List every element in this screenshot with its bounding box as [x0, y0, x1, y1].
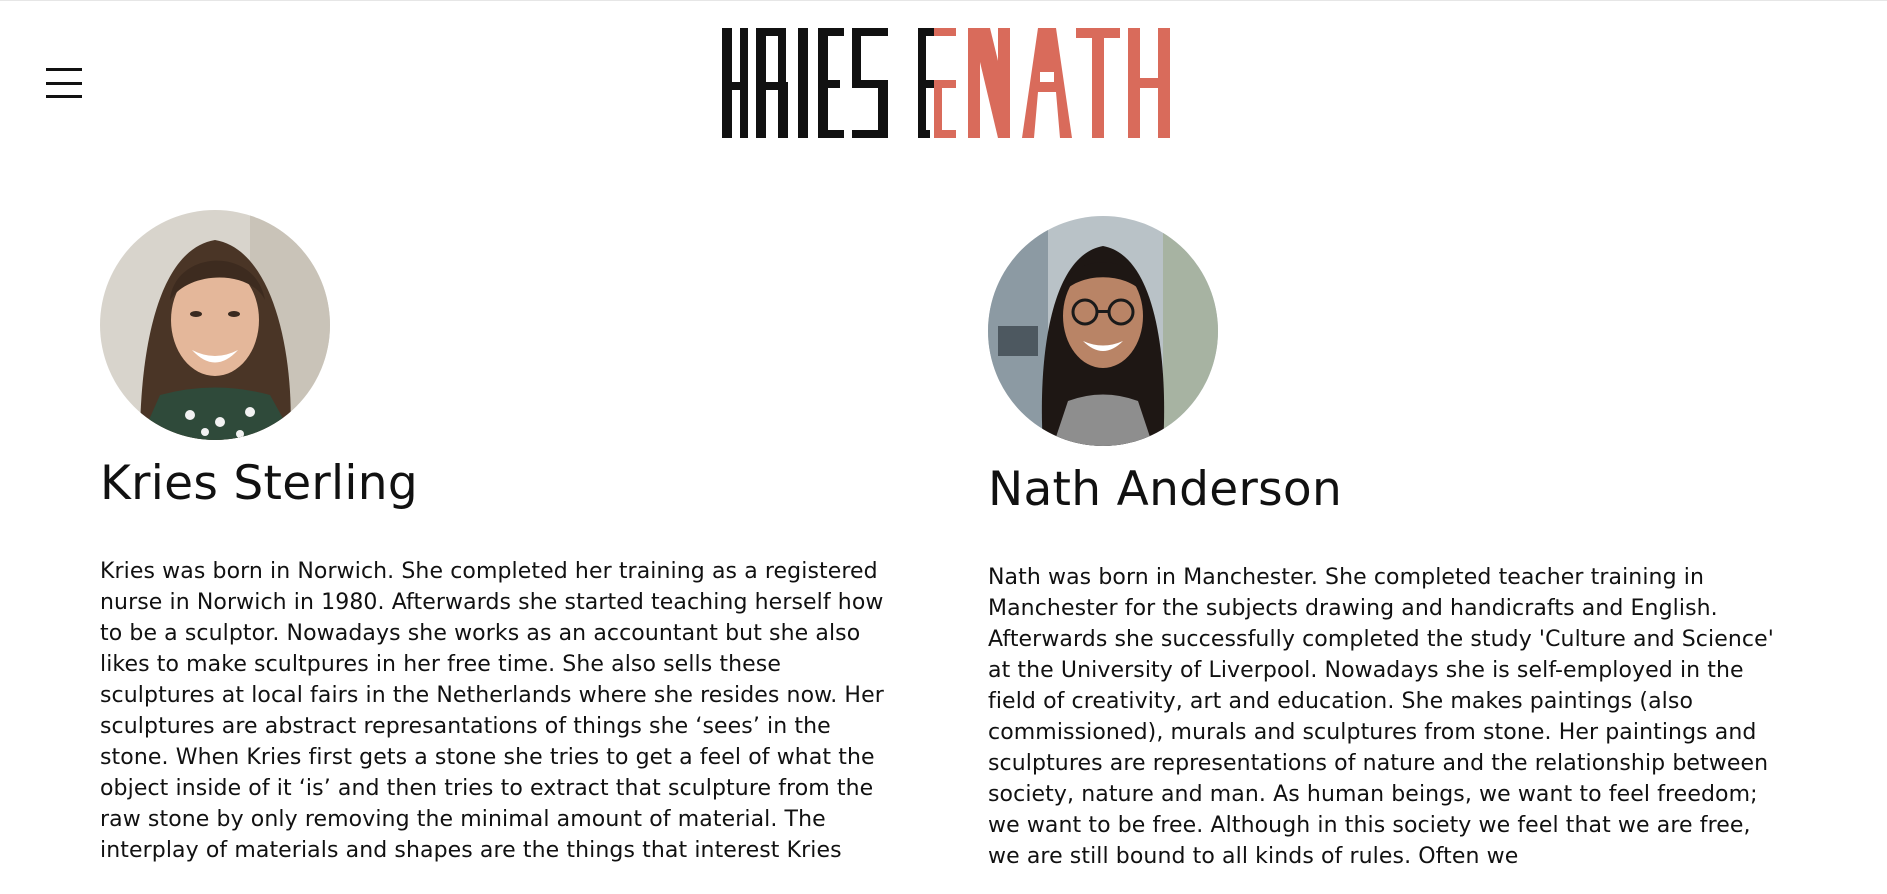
menu-bar-bottom: [46, 95, 82, 98]
profile-bio: Nath was born in Manchester. She complet…: [988, 565, 1774, 869]
logo-nath: [968, 28, 1170, 138]
profile-name: Kries Sterling: [100, 456, 418, 511]
profile-nath: Nath Anderson Nath was born in Mancheste…: [988, 210, 1788, 894]
logo-kries: [722, 28, 888, 138]
avatar: [100, 210, 330, 440]
avatar: [988, 216, 1218, 446]
menu-bar-top: [46, 68, 82, 71]
profile-name: Nath Anderson: [988, 462, 1343, 517]
profile-bio: Kries was born in Norwich. She completed…: [100, 559, 884, 863]
hamburger-menu-icon[interactable]: [46, 68, 82, 98]
site-logo[interactable]: [722, 22, 1174, 138]
profile-kries: Kries Sterling Kries was born in Norwich…: [100, 210, 900, 888]
menu-bar-middle: [46, 81, 82, 85]
top-border: [0, 0, 1887, 1]
logo-ampersand: [918, 28, 956, 138]
